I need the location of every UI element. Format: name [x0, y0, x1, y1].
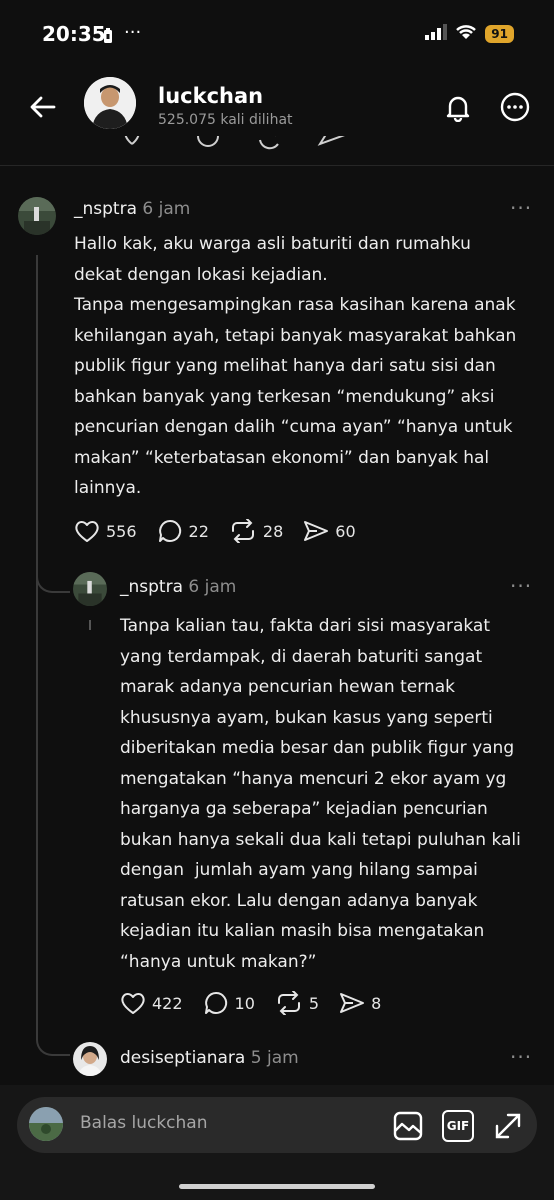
- battery-saver-icon: [103, 28, 113, 48]
- repost-button[interactable]: 5: [275, 991, 319, 1015]
- status-time: 20:35: [42, 22, 106, 46]
- comment-actions: 422 10 5 8: [120, 990, 401, 1016]
- comment-icon: [204, 991, 227, 1014]
- gif-icon: GIF: [446, 1119, 470, 1133]
- back-arrow-icon: [30, 96, 56, 118]
- thread-connector: [36, 555, 70, 593]
- comment-text: Tanpa kalian tau, fakta dari sisi masyar…: [120, 616, 521, 972]
- share-count: 8: [371, 993, 382, 1013]
- like-count: 422: [152, 993, 183, 1013]
- thread-connector: [36, 1020, 70, 1056]
- repost-icon: [231, 519, 254, 543]
- comment-more-button[interactable]: ···: [510, 574, 532, 598]
- notification-bell-button[interactable]: [443, 92, 473, 123]
- share-icon: [340, 993, 365, 1013]
- comment-username[interactable]: desiseptianara: [120, 1048, 245, 1068]
- attach-image-button[interactable]: [392, 1110, 424, 1142]
- share-button[interactable]: 8: [339, 991, 381, 1015]
- battery-indicator: 91: [485, 25, 514, 43]
- avatar[interactable]: [18, 197, 56, 235]
- comment-time: 6 jam: [188, 577, 237, 597]
- image-icon: [393, 1111, 423, 1141]
- heart-icon: [121, 993, 145, 1014]
- reply-count: 22: [188, 521, 209, 541]
- back-button[interactable]: [26, 90, 60, 124]
- thread-line: [36, 255, 38, 1025]
- gif-button[interactable]: GIF: [442, 1110, 474, 1142]
- reply-button[interactable]: 10: [203, 990, 255, 1016]
- repost-count: 5: [308, 993, 320, 1013]
- previous-post-actions: [120, 136, 360, 156]
- more-options-button[interactable]: [500, 92, 530, 122]
- comment-username[interactable]: _nsptra: [120, 577, 183, 597]
- comment-time: 6 jam: [142, 199, 191, 219]
- more-icon: [500, 92, 530, 122]
- share-icon: [304, 521, 329, 541]
- header-username[interactable]: luckchan: [158, 84, 263, 108]
- header-divider: [0, 165, 554, 166]
- like-button[interactable]: 422: [120, 991, 183, 1015]
- repost-count: 28: [262, 521, 284, 541]
- my-avatar: [29, 1107, 63, 1141]
- comment-icon: [158, 519, 181, 542]
- comment-more-button[interactable]: ···: [510, 196, 532, 220]
- comment-username[interactable]: _nsptra: [74, 199, 137, 219]
- bell-icon: [446, 96, 470, 123]
- wifi-icon: [455, 24, 477, 44]
- reply-count: 10: [234, 993, 255, 1013]
- reply-placeholder[interactable]: Balas luckchan: [80, 1113, 207, 1133]
- home-indicator: [179, 1184, 375, 1189]
- expand-composer-button[interactable]: [492, 1110, 524, 1142]
- comment-time: 5 jam: [250, 1048, 299, 1068]
- profile-avatar[interactable]: [84, 77, 136, 129]
- expand-icon: [495, 1113, 521, 1139]
- heart-icon: [75, 521, 99, 542]
- avatar[interactable]: [73, 572, 107, 606]
- comment-actions: 556 22 28 60: [74, 518, 376, 544]
- avatar[interactable]: [73, 1042, 107, 1076]
- like-count: 556: [106, 521, 137, 541]
- view-count: 525.075 kali dilihat: [158, 112, 293, 128]
- like-button[interactable]: 556: [74, 519, 137, 543]
- share-button[interactable]: 60: [303, 519, 356, 543]
- reply-button[interactable]: 22: [157, 518, 209, 544]
- share-count: 60: [335, 521, 356, 541]
- comment-more-button[interactable]: ···: [510, 1045, 532, 1069]
- repost-icon: [277, 991, 300, 1015]
- repost-button[interactable]: 28: [229, 519, 283, 543]
- signal-icon: [425, 24, 448, 44]
- comment-text: Hallo kak, aku warga asli baturiti dan r…: [74, 234, 517, 498]
- notification-dots-icon: ···: [124, 22, 142, 43]
- thread-line: [89, 620, 91, 630]
